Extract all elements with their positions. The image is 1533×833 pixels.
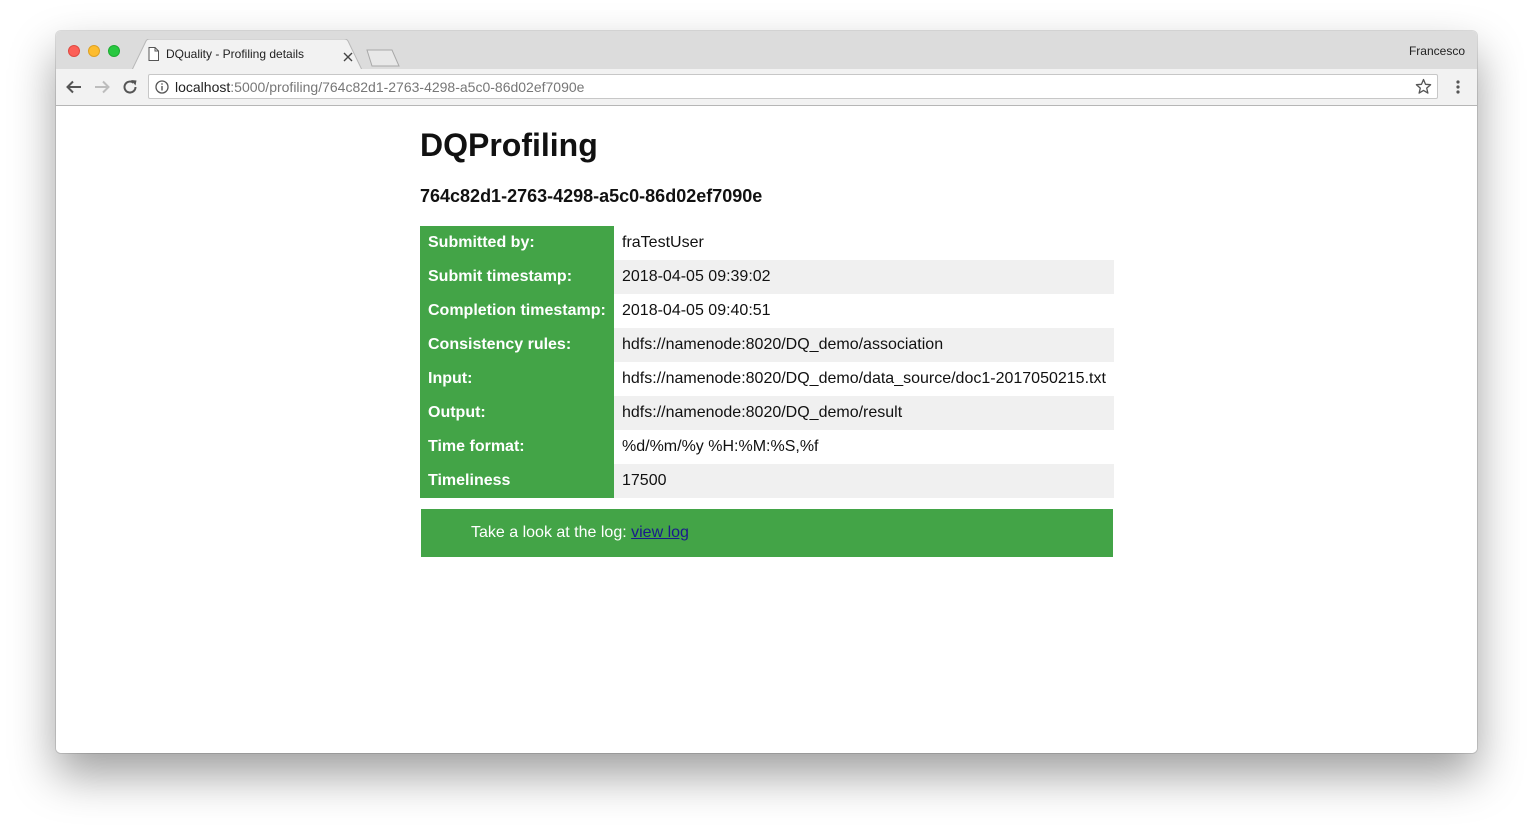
table-row: Timeliness 17500 — [420, 464, 1114, 498]
browser-tab[interactable]: DQuality - Profiling details — [132, 39, 363, 70]
page-content: DQProfiling 764c82d1-2763-4298-a5c0-86d0… — [56, 106, 1477, 753]
row-key: Submitted by: — [420, 226, 614, 260]
table-row: Submitted by: fraTestUser — [420, 226, 1114, 260]
view-log-link[interactable]: view log — [631, 524, 689, 541]
table-row: Output: hdfs://namenode:8020/DQ_demo/res… — [420, 396, 1114, 430]
menu-dots-icon[interactable] — [1454, 79, 1462, 100]
row-value: 2018-04-05 09:40:51 — [614, 294, 1114, 328]
url-text[interactable]: localhost:5000/profiling/764c82d1-2763-4… — [175, 79, 584, 95]
row-key: Submit timestamp: — [420, 260, 614, 294]
row-value: hdfs://namenode:8020/DQ_demo/association — [614, 328, 1114, 362]
table-row: Consistency rules: hdfs://namenode:8020/… — [420, 328, 1114, 362]
browser-toolbar: localhost:5000/profiling/764c82d1-2763-4… — [56, 69, 1477, 106]
row-key: Output: — [420, 396, 614, 430]
back-arrow-icon[interactable] — [65, 78, 83, 96]
table-row: Input: hdfs://namenode:8020/DQ_demo/data… — [420, 362, 1114, 396]
row-key: Completion timestamp: — [420, 294, 614, 328]
table-row: Submit timestamp: 2018-04-05 09:39:02 — [420, 260, 1114, 294]
row-value: %d/%m/%y %H:%M:%S,%f — [614, 430, 1114, 464]
row-key: Timeliness — [420, 464, 614, 498]
row-value: 2018-04-05 09:39:02 — [614, 260, 1114, 294]
page-icon — [148, 47, 159, 66]
tab-title: DQuality - Profiling details — [166, 47, 305, 61]
row-value: hdfs://namenode:8020/DQ_demo/data_source… — [614, 362, 1114, 396]
row-key: Input: — [420, 362, 614, 396]
address-bar[interactable]: localhost:5000/profiling/764c82d1-2763-4… — [148, 74, 1438, 99]
maximize-window-button[interactable] — [108, 45, 120, 57]
url-path: :5000/profiling/764c82d1-2763-4298-a5c0-… — [230, 79, 585, 95]
row-value: hdfs://namenode:8020/DQ_demo/result — [614, 396, 1114, 430]
row-key: Time format: — [420, 430, 614, 464]
table-row: Completion timestamp: 2018-04-05 09:40:5… — [420, 294, 1114, 328]
page-title: DQProfiling — [420, 127, 598, 163]
forward-arrow-icon[interactable] — [93, 78, 111, 96]
title-bar: DQuality - Profiling details Francesco — [56, 31, 1477, 70]
log-prompt: Take a look at the log: — [471, 524, 632, 541]
profile-name[interactable]: Francesco — [1409, 44, 1465, 58]
row-value: fraTestUser — [614, 226, 1114, 260]
row-key: Consistency rules: — [420, 328, 614, 362]
minimize-window-button[interactable] — [88, 45, 100, 57]
log-banner: Take a look at the log: view log — [421, 509, 1113, 557]
reload-icon[interactable] — [121, 78, 139, 96]
close-window-button[interactable] — [68, 45, 80, 57]
star-icon[interactable] — [1415, 78, 1432, 100]
browser-window: DQuality - Profiling details Francesco l… — [56, 31, 1477, 753]
table-row: Time format: %d/%m/%y %H:%M:%S,%f — [420, 430, 1114, 464]
close-icon[interactable] — [343, 49, 355, 62]
row-value: 17500 — [614, 464, 1114, 498]
details-table: Submitted by: fraTestUser Submit timesta… — [420, 226, 1114, 498]
url-host: localhost — [175, 79, 231, 95]
info-icon[interactable] — [155, 80, 169, 99]
job-id-heading: 764c82d1-2763-4298-a5c0-86d02ef7090e — [420, 186, 763, 206]
